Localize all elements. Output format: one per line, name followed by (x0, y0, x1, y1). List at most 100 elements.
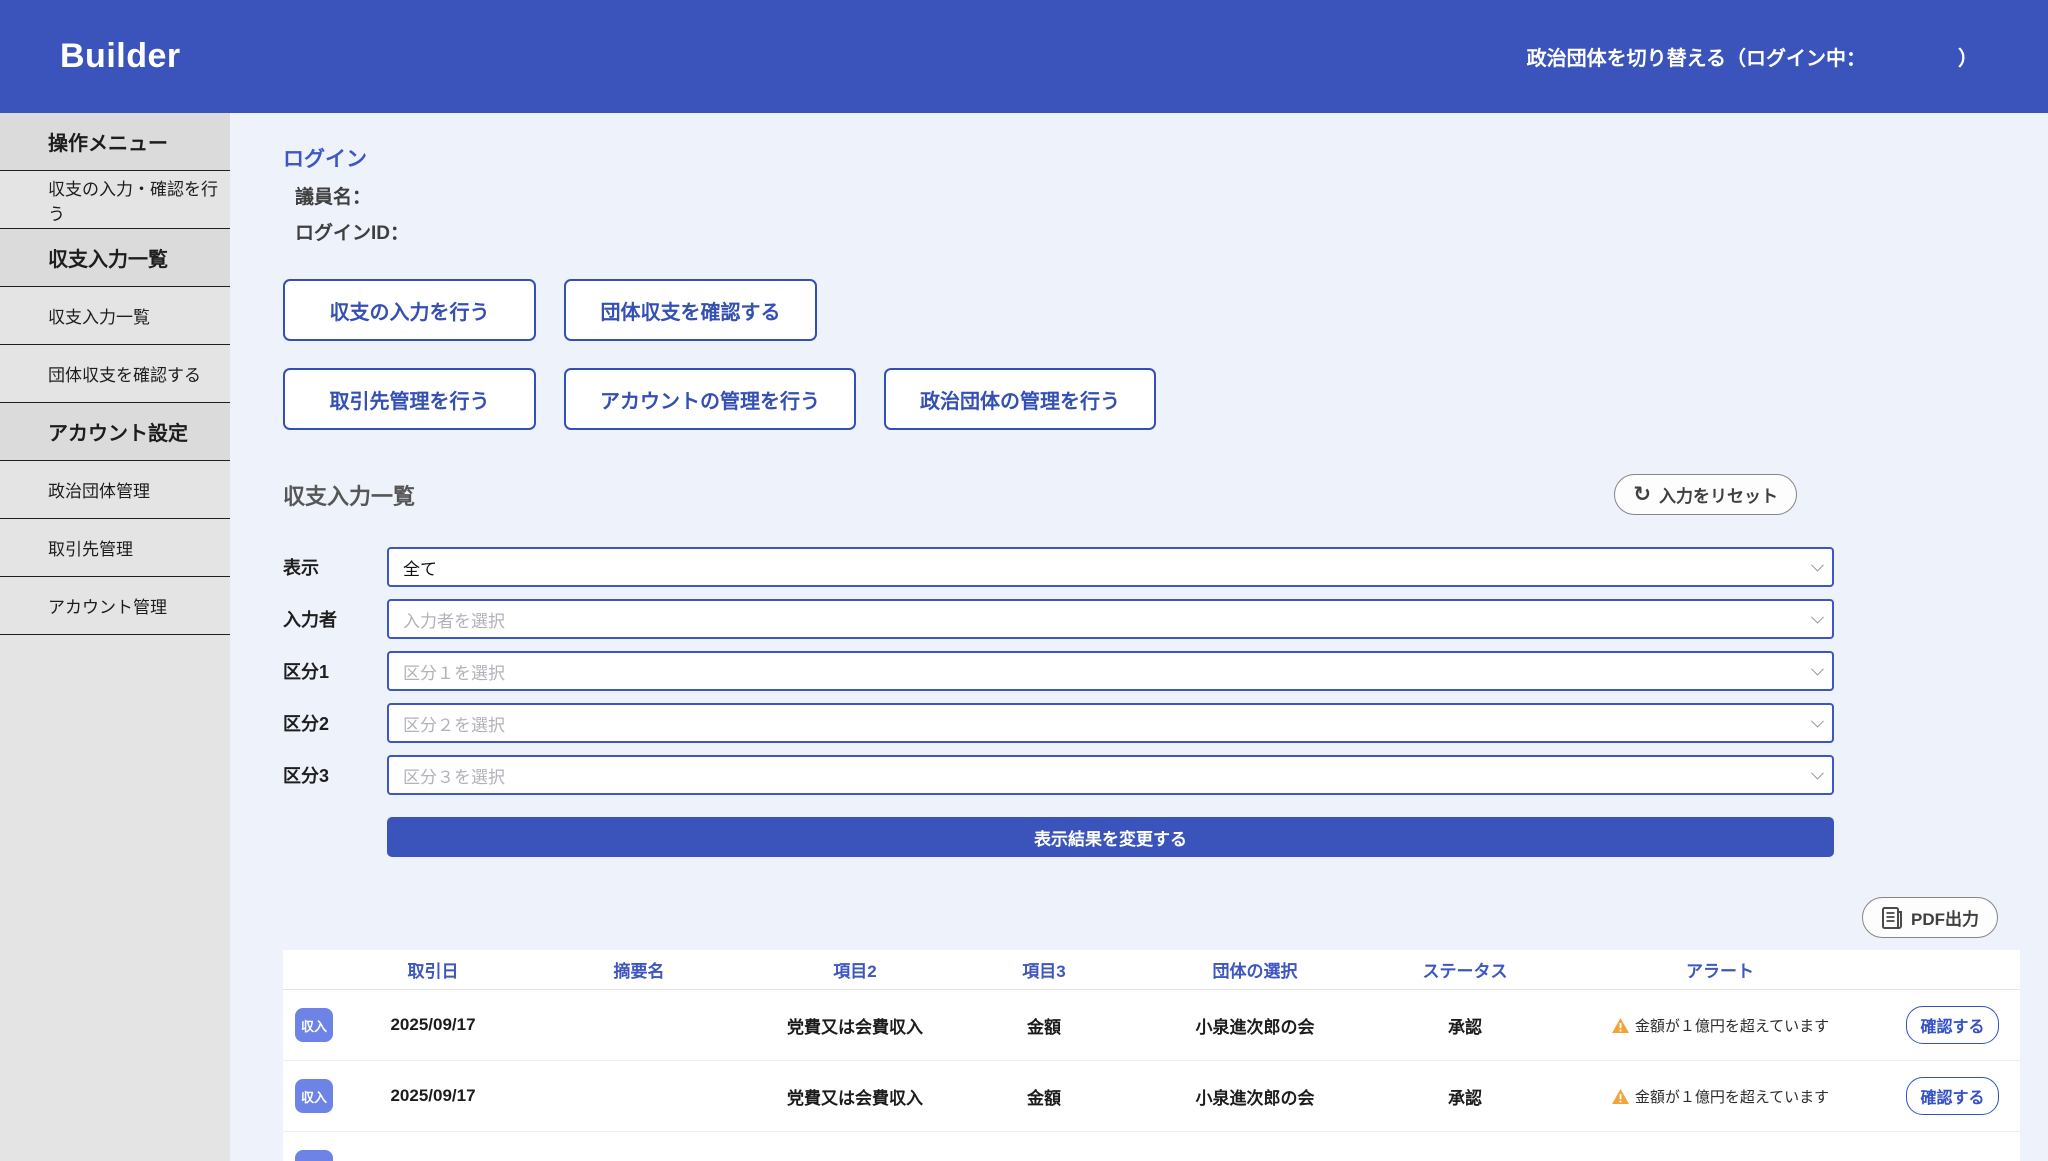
col-header-item2: 項目2 (757, 957, 953, 982)
display-filter-select[interactable]: 全て (387, 547, 1834, 587)
sidebar-label: 操作メニュー (48, 127, 168, 156)
action-buttons-row-2: 取引先管理を行う アカウントの管理を行う 政治団体の管理を行う (283, 368, 2048, 430)
member-name-label: 議員名： (295, 182, 2048, 209)
main-content: ログイン 議員名： ログインID： 収支の入力を行う 団体収支を確認する 取引先… (230, 113, 2048, 1161)
col-header-date: 取引日 (345, 957, 521, 982)
sidebar-item-vendor-admin[interactable]: 取引先管理 (0, 519, 230, 577)
login-id-label: ログインID： (295, 218, 2048, 245)
org-switcher-suffix: ） (1958, 42, 1978, 71)
chevron-down-icon (1811, 767, 1824, 780)
col-header-summary: 摘要名 (521, 957, 757, 982)
col-header-alert: アラート (1555, 957, 1885, 982)
table-row-partial (283, 1132, 2020, 1161)
login-info-block: ログイン 議員名： ログインID： (283, 143, 2048, 245)
sidebar-heading-operations: 操作メニュー (0, 113, 230, 171)
chevron-down-icon (1811, 715, 1824, 728)
income-badge: 収入 (295, 1079, 333, 1113)
manage-political-orgs-button[interactable]: 政治団体の管理を行う (884, 368, 1156, 430)
col-header-org: 団体の選択 (1135, 957, 1375, 982)
filter-label: 区分2 (283, 710, 387, 736)
select-value: 全て (403, 555, 437, 580)
manage-accounts-button[interactable]: アカウントの管理を行う (564, 368, 856, 430)
sidebar-label: アカウント設定 (48, 417, 188, 446)
reset-button-label: 入力をリセット (1659, 482, 1778, 507)
enter-income-expense-button[interactable]: 収支の入力を行う (283, 279, 536, 341)
sidebar-label: 政治団体管理 (48, 477, 150, 502)
app-root: Builder 政治団体を切り替える（ログイン中： ） 操作メニュー 収支の入力… (0, 0, 2048, 1161)
filter-row-display: 表示 全て (283, 547, 2048, 587)
confirm-button[interactable]: 確認する (1906, 1006, 1998, 1044)
select-placeholder: 区分２を選択 (403, 711, 505, 736)
cell-org: 小泉進次郎の会 (1135, 1084, 1375, 1109)
filter-label: 表示 (283, 554, 387, 580)
top-bar: Builder 政治団体を切り替える（ログイン中： ） (0, 0, 2048, 113)
filter-label: 区分3 (283, 762, 387, 788)
filter-row-entered-by: 入力者 入力者を選択 (283, 599, 2048, 639)
sidebar-heading-account-settings: アカウント設定 (0, 403, 230, 461)
cell-status: 承認 (1375, 1084, 1555, 1109)
table-row: 収入 2025/09/17 党費又は会費収入 金額 小泉進次郎の会 承認 (283, 1061, 2020, 1132)
filter-row-category2: 区分2 区分２を選択 (283, 703, 2048, 743)
confirm-button[interactable]: 確認する (1906, 1077, 1998, 1115)
cell-item2: 党費又は会費収入 (757, 1013, 953, 1038)
category3-filter-select[interactable]: 区分３を選択 (387, 755, 1834, 795)
results-table: 取引日 摘要名 項目2 項目3 団体の選択 ステータス アラート 収入 2025… (283, 950, 2020, 1161)
entered-by-filter-select[interactable]: 入力者を選択 (387, 599, 1834, 639)
filter-panel: 表示 全て 入力者 入力者を選択 区分1 (283, 547, 2048, 795)
filter-row-category3: 区分3 区分３を選択 (283, 755, 2048, 795)
cell-item2: 党費又は会費収入 (757, 1084, 953, 1109)
sidebar-item-income-expense-entry[interactable]: 収支の入力・確認を行う (0, 171, 230, 229)
check-org-balance-button[interactable]: 団体収支を確認する (564, 279, 817, 341)
sidebar-item-account-admin[interactable]: アカウント管理 (0, 577, 230, 635)
document-icon (1881, 906, 1903, 930)
cell-date: 2025/09/17 (345, 1086, 521, 1106)
org-switcher-link[interactable]: 政治団体を切り替える（ログイン中： ） (1527, 42, 1978, 71)
sidebar-heading-entry-list: 収支入力一覧 (0, 229, 230, 287)
warning-icon (1611, 1017, 1630, 1034)
sidebar-label: 取引先管理 (48, 535, 133, 560)
table-row: 収入 2025/09/17 党費又は会費収入 金額 小泉進次郎の会 承認 (283, 990, 2020, 1061)
sidebar-label: アカウント管理 (48, 593, 167, 618)
sidebar-label: 収支入力一覧 (48, 243, 168, 272)
filter-label: 区分1 (283, 658, 387, 684)
filter-label: 入力者 (283, 606, 387, 632)
sidebar-item-org-balance[interactable]: 団体収支を確認する (0, 345, 230, 403)
filter-row-category1: 区分1 区分１を選択 (283, 651, 2048, 691)
sidebar: 操作メニュー 収支の入力・確認を行う 収支入力一覧 収支入力一覧 団体収支を確認… (0, 113, 230, 1161)
col-header-item3: 項目3 (953, 957, 1135, 982)
table-header-row: 取引日 摘要名 項目2 項目3 団体の選択 ステータス アラート (283, 950, 2020, 990)
chevron-down-icon (1811, 663, 1824, 676)
reset-icon: ↻ (1633, 484, 1651, 505)
login-title: ログイン (283, 143, 2048, 173)
brand-logo: Builder (60, 37, 181, 76)
chevron-down-icon (1811, 611, 1824, 624)
select-placeholder: 区分１を選択 (403, 659, 505, 684)
reset-input-button[interactable]: ↻ 入力をリセット (1614, 474, 1797, 515)
select-placeholder: 区分３を選択 (403, 763, 505, 788)
apply-filters-button[interactable]: 表示結果を変更する (387, 817, 1834, 857)
sidebar-item-political-org-admin[interactable]: 政治団体管理 (0, 461, 230, 519)
cell-item3: 金額 (953, 1013, 1135, 1038)
select-placeholder: 入力者を選択 (403, 607, 505, 632)
sidebar-label: 収支入力一覧 (48, 303, 150, 328)
manage-vendors-button[interactable]: 取引先管理を行う (283, 368, 536, 430)
cell-item3: 金額 (953, 1084, 1135, 1109)
warning-icon (1611, 1088, 1630, 1105)
cell-status: 承認 (1375, 1013, 1555, 1038)
org-switcher-prefix: 政治団体を切り替える（ログイン中： (1527, 42, 1866, 71)
col-header-status: ステータス (1375, 957, 1555, 982)
cell-date: 2025/09/17 (345, 1015, 521, 1035)
sidebar-item-entry-list[interactable]: 収支入力一覧 (0, 287, 230, 345)
pdf-export-row: PDF出力 (283, 897, 1998, 938)
category1-filter-select[interactable]: 区分１を選択 (387, 651, 1834, 691)
sidebar-label: 収支の入力・確認を行う (48, 175, 230, 225)
alert-message: 金額が１億円を超えています (1635, 1086, 1829, 1107)
pdf-export-button[interactable]: PDF出力 (1862, 897, 1998, 938)
category2-filter-select[interactable]: 区分２を選択 (387, 703, 1834, 743)
cell-org: 小泉進次郎の会 (1135, 1013, 1375, 1038)
section-title: 収支入力一覧 (283, 479, 415, 511)
action-buttons-row-1: 収支の入力を行う 団体収支を確認する (283, 279, 2048, 341)
list-section-header: 収支入力一覧 ↻ 入力をリセット (283, 474, 1797, 515)
alert-message: 金額が１億円を超えています (1635, 1015, 1829, 1036)
chevron-down-icon (1811, 559, 1824, 572)
